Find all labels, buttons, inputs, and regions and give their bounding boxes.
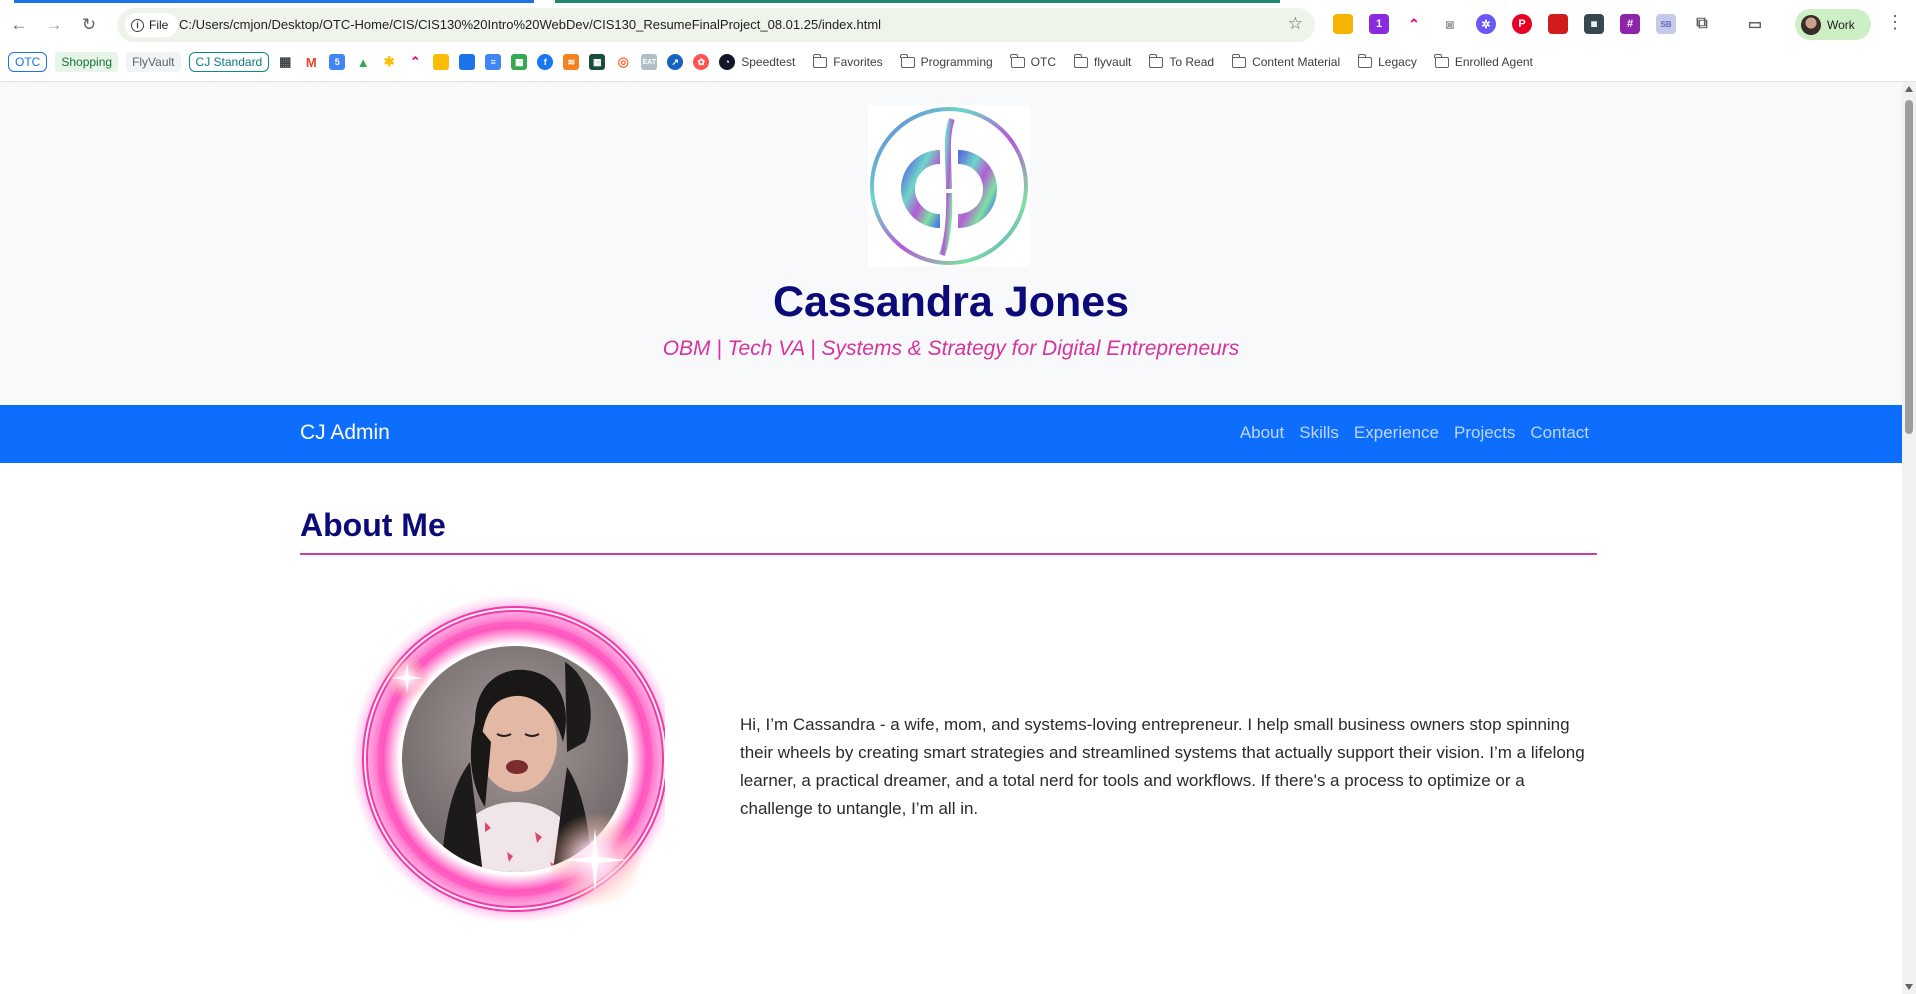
folder-enrolled-agent[interactable]: Enrolled Agent: [1434, 53, 1533, 69]
clickup-icon[interactable]: ⌃: [1404, 14, 1424, 34]
folder-icon: [1148, 53, 1164, 68]
folder-label: Favorites: [833, 55, 883, 69]
bookmark-flyvault[interactable]: FlyVault: [126, 52, 181, 72]
site-chip-label: File: [149, 18, 169, 32]
forward-arrow-icon[interactable]: →: [41, 12, 67, 38]
folder-legacy[interactable]: Legacy: [1357, 53, 1417, 69]
bookmarks-bar: OTC Shopping FlyVault CJ Standard ▦ M 5 …: [0, 50, 1916, 74]
orange-app-icon[interactable]: ≋: [563, 54, 580, 70]
clickup-bookmark-icon[interactable]: ⌃: [407, 54, 423, 70]
folder-otc[interactable]: OTC: [1010, 53, 1057, 69]
page-title: Cassandra Jones: [772, 278, 1130, 326]
speedtest-icon: ◔: [719, 54, 736, 70]
section-heading: About Me: [300, 507, 446, 543]
browser-menu-icon[interactable]: ⋮: [1886, 12, 1904, 33]
tab-search-icon[interactable]: ▭: [1745, 14, 1765, 34]
navbar-brand[interactable]: CJ Admin: [300, 421, 390, 445]
tagline: OBM | Tech VA | Systems & Strategy for D…: [662, 337, 1240, 360]
folder-label: Enrolled Agent: [1454, 55, 1533, 69]
nav-link-contact[interactable]: Contact: [1530, 423, 1589, 443]
plan-repeat-icon[interactable]: ▦: [1584, 14, 1604, 34]
back-arrow-icon[interactable]: ←: [6, 12, 32, 38]
folder-label: flyvault: [1094, 55, 1132, 69]
about-section: About Me Hi, I’m Cassandra - a wife, mom…: [0, 463, 1902, 994]
target-icon[interactable]: ◎: [615, 54, 631, 70]
folder-to-read[interactable]: To Read: [1148, 53, 1215, 69]
folder-icon: [1073, 53, 1089, 68]
pinterest-icon[interactable]: P: [1512, 14, 1532, 34]
apps-grid-icon[interactable]: ▦: [277, 54, 293, 70]
bookmark-cj-standard[interactable]: CJ Standard: [188, 52, 270, 72]
folder-label: Content Material: [1252, 55, 1341, 69]
profile-photo: [335, 592, 680, 924]
folder-label: Legacy: [1378, 55, 1417, 69]
page-viewport: Cassandra Jones OBM | Tech VA | Systems …: [0, 82, 1902, 994]
address-bar[interactable]: i File C:/Users/cmjon/Desktop/OTC-Home/C…: [117, 8, 1315, 42]
folder-content-material[interactable]: Content Material: [1231, 53, 1341, 69]
site-info-chip[interactable]: i File: [125, 13, 179, 37]
bookmark-shopping[interactable]: Shopping: [55, 52, 119, 72]
folder-favorites[interactable]: Favorites: [812, 53, 883, 69]
drive-icon[interactable]: ▲: [355, 54, 371, 70]
folder-icon: [1231, 53, 1247, 68]
folder-flyvault[interactable]: flyvault: [1073, 53, 1132, 69]
camera-icon[interactable]: ◙: [1440, 14, 1460, 34]
profile-label: Work: [1827, 17, 1855, 32]
folder-programming[interactable]: Programming: [900, 53, 993, 69]
profile-avatar: [1801, 14, 1821, 35]
folder-icon: [812, 53, 828, 68]
profile-button[interactable]: Work: [1795, 9, 1871, 40]
bookmark-star-icon[interactable]: ☆: [1288, 14, 1303, 34]
extension-grid-icon[interactable]: #: [1620, 14, 1640, 34]
speedtest-label: Speedtest: [741, 55, 796, 69]
scrollbar-thumb[interactable]: [1905, 100, 1913, 434]
extension-gear-icon[interactable]: ✲: [1476, 14, 1496, 34]
bookmark-otc[interactable]: OTC: [8, 52, 48, 72]
nav-links: About Skills Experience Projects Contact: [1240, 423, 1589, 443]
nav-link-experience[interactable]: Experience: [1354, 423, 1439, 443]
about-paragraph: Hi, I’m Cassandra - a wife, mom, and sys…: [740, 715, 1585, 818]
scroll-down-arrow-icon[interactable]: [1905, 984, 1913, 990]
main-navbar: CJ Admin About Skills Experience Project…: [0, 405, 1902, 463]
bookmark-speedtest[interactable]: ◔ Speedtest: [719, 54, 795, 70]
extension-red-icon[interactable]: [1548, 14, 1568, 34]
extension-yellow-icon[interactable]: [1333, 14, 1353, 34]
site-header: Cassandra Jones OBM | Tech VA | Systems …: [0, 82, 1902, 404]
dark-green-app-icon[interactable]: ▦: [589, 54, 606, 70]
folder-label: To Read: [1169, 55, 1215, 69]
eat-icon[interactable]: EAT: [641, 54, 658, 70]
folder-label: Programming: [920, 55, 993, 69]
colorful-app-icon[interactable]: ✿: [693, 54, 710, 70]
folder-icon: [1357, 53, 1373, 68]
folder-label: OTC: [1030, 55, 1057, 69]
extension-sb-icon[interactable]: SB: [1656, 14, 1676, 34]
facebook-icon[interactable]: f: [537, 54, 554, 70]
folder-icon: [1434, 53, 1449, 68]
url-text[interactable]: C:/Users/cmjon/Desktop/OTC-Home/CIS/CIS1…: [179, 17, 881, 32]
tab-strip-indicator: [0, 0, 1916, 3]
extension-purple-icon[interactable]: 1: [1369, 14, 1389, 34]
scroll-up-arrow-icon[interactable]: [1905, 86, 1913, 92]
heading-divider: [300, 553, 1597, 555]
gmail-icon[interactable]: M: [303, 54, 319, 70]
sheets-icon[interactable]: ▦: [511, 54, 528, 70]
photos-icon[interactable]: ✱: [381, 54, 397, 70]
calendar-icon[interactable]: 5: [329, 54, 346, 70]
browser-chrome: ← → ↻ i File C:/Users/cmjon/Desktop/OTC-…: [0, 0, 1916, 82]
docs-icon[interactable]: ≡: [485, 54, 502, 70]
nav-link-skills[interactable]: Skills: [1299, 423, 1339, 443]
folder-icon: [1010, 53, 1025, 68]
keep-icon[interactable]: [433, 54, 450, 70]
nav-link-projects[interactable]: Projects: [1454, 423, 1515, 443]
extensions-puzzle-icon[interactable]: ⧉: [1692, 14, 1712, 34]
info-icon: i: [131, 18, 144, 32]
page-scrollbar[interactable]: [1902, 82, 1916, 994]
cj-logo: [868, 105, 1030, 267]
arrow-app-icon[interactable]: ↗: [667, 54, 684, 70]
folder-icon: [900, 53, 915, 68]
nav-link-about[interactable]: About: [1240, 423, 1284, 443]
reload-icon[interactable]: ↻: [76, 12, 102, 38]
trello-icon[interactable]: [459, 54, 476, 70]
